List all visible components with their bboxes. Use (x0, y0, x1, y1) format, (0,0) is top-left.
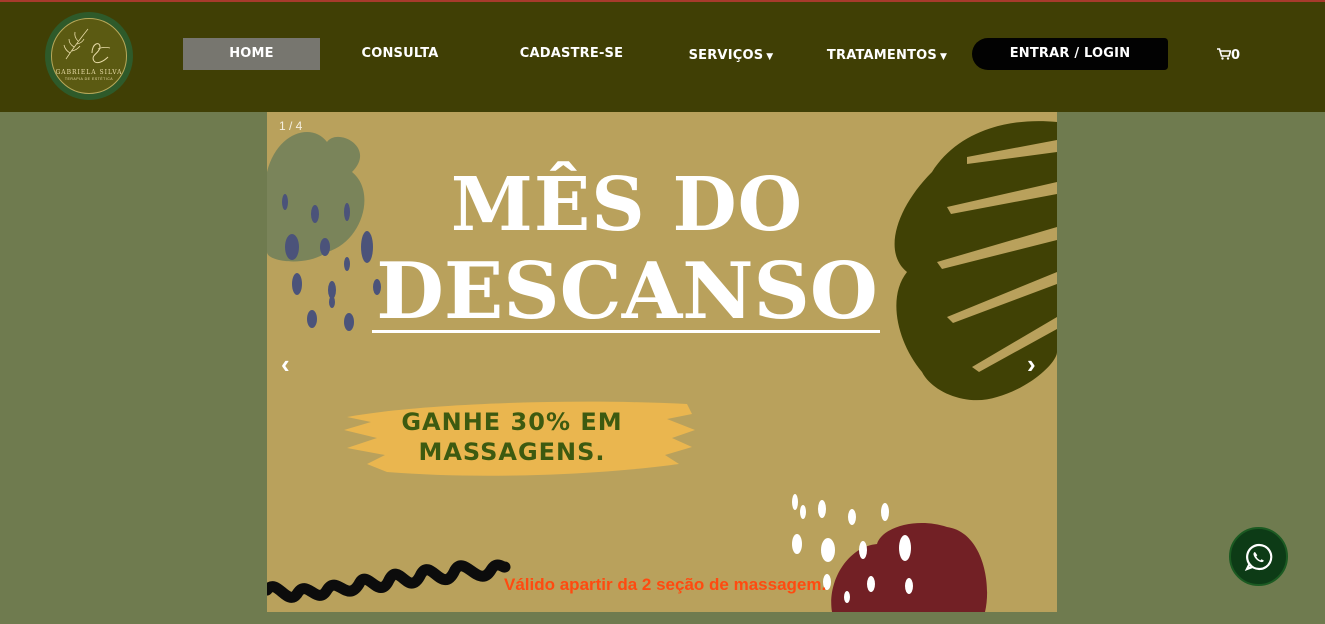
hero-slider: 1 / 4 MÊS DO DESCANSO ‹ › GANHE 30% EM M… (267, 112, 1057, 612)
nav-tratamentos-dropdown[interactable]: TRATAMENTOS ▼ (820, 40, 954, 72)
brand-logo[interactable]: GABRIELA SILVA TERAPIA DE ESTÉTICA (45, 12, 133, 100)
whatsapp-icon (1244, 543, 1272, 571)
nav-tratamentos-label: TRATAMENTOS (826, 48, 937, 63)
logo-subtitle: TERAPIA DE ESTÉTICA (64, 77, 114, 81)
nav-servicos-dropdown[interactable]: SERVIÇOS ▼ (680, 40, 782, 72)
nav-cadastre[interactable]: CADASTRE-SE (500, 38, 643, 70)
headline-line-1: MÊS DO (450, 162, 804, 248)
nav-consulta[interactable]: CONSULTA (340, 38, 460, 70)
whatsapp-button[interactable] (1229, 527, 1288, 586)
promo-line-2: MASSAGENS. (418, 438, 606, 466)
nav-servicos-label: SERVIÇOS (688, 48, 764, 63)
headline-underline (372, 330, 880, 333)
logo-name: GABRIELA SILVA (55, 69, 123, 76)
slider-prev-button[interactable]: ‹ (281, 349, 290, 380)
cart-button[interactable]: 0 (1217, 40, 1240, 72)
nav-home[interactable]: HOME (183, 38, 320, 70)
maroon-blob-shape (831, 523, 988, 612)
caret-down-icon: ▼ (766, 52, 774, 62)
caret-down-icon: ▼ (939, 52, 948, 62)
logo-leaf-icon (63, 28, 111, 64)
slider-next-button[interactable]: › (1027, 349, 1036, 380)
validity-note: Válido apartir da 2 seção de massagem. (504, 575, 827, 594)
logo-emblem: GABRIELA SILVA TERAPIA DE ESTÉTICA (51, 18, 127, 94)
cart-count: 0 (1231, 48, 1241, 63)
shopping-cart-icon (1217, 48, 1232, 60)
headline-line-2: DESCANSO (376, 246, 878, 337)
black-zigzag-shape (267, 559, 511, 603)
slide-counter: 1 / 4 (279, 119, 303, 133)
promo-line-1: GANHE 30% EM (401, 408, 623, 436)
navbar: GABRIELA SILVA TERAPIA DE ESTÉTICA HOME … (0, 2, 1325, 112)
login-button[interactable]: ENTRAR / LOGIN (972, 38, 1168, 70)
promo-text: GANHE 30% EM MASSAGENS. (397, 407, 627, 467)
